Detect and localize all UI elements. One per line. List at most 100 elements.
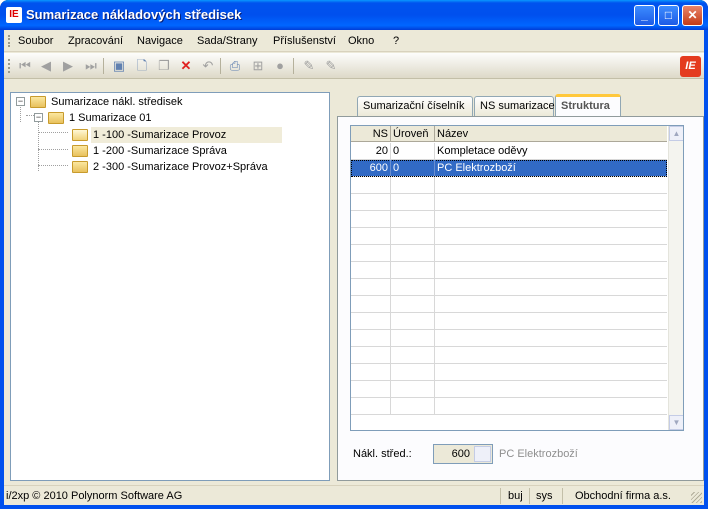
empty-cell[interactable] bbox=[435, 177, 667, 193]
scroll-up-icon[interactable]: ▲ bbox=[669, 126, 683, 141]
empty-cell[interactable] bbox=[351, 330, 391, 346]
structure-grid[interactable]: NS Úroveň Název 20 0 Kompletace oděvy 60… bbox=[350, 125, 684, 431]
collapse-icon[interactable]: − bbox=[16, 97, 25, 106]
next-record-icon[interactable]: ▶ bbox=[59, 57, 77, 75]
vertical-scrollbar[interactable]: ▲ ▼ bbox=[668, 126, 683, 430]
empty-cell[interactable] bbox=[391, 381, 435, 397]
empty-cell[interactable] bbox=[391, 262, 435, 278]
empty-cell[interactable] bbox=[351, 262, 391, 278]
empty-cell[interactable] bbox=[391, 245, 435, 261]
resize-grip[interactable] bbox=[691, 492, 702, 503]
empty-table-row[interactable] bbox=[351, 347, 667, 364]
empty-cell[interactable] bbox=[391, 177, 435, 193]
tab-struktura[interactable]: Struktura bbox=[555, 94, 621, 117]
empty-table-row[interactable] bbox=[351, 245, 667, 262]
tree-node-item[interactable]: 1 -100 -Sumarizace Provoz bbox=[15, 127, 325, 143]
empty-cell[interactable] bbox=[391, 330, 435, 346]
menu-zpracovani[interactable]: Zpracování bbox=[68, 35, 123, 47]
new-icon[interactable]: 🗋 bbox=[133, 57, 151, 75]
cell-uroven[interactable]: 0 bbox=[391, 160, 435, 176]
column-header-uroven[interactable]: Úroveň bbox=[391, 126, 435, 142]
empty-cell[interactable] bbox=[435, 296, 667, 312]
empty-cell[interactable] bbox=[351, 228, 391, 244]
empty-cell[interactable] bbox=[351, 398, 391, 414]
menu-okno[interactable]: Okno bbox=[348, 35, 374, 47]
edit-disabled-icon[interactable]: ✎ bbox=[322, 57, 340, 75]
first-record-icon[interactable]: ⏮ bbox=[16, 57, 34, 75]
empty-cell[interactable] bbox=[351, 313, 391, 329]
empty-cell[interactable] bbox=[435, 398, 667, 414]
table-row-selected[interactable]: 600 0 PC Elektrozboží bbox=[351, 160, 667, 177]
empty-cell[interactable] bbox=[391, 398, 435, 414]
tree-node-label[interactable]: 1 -100 -Sumarizace Provoz bbox=[91, 127, 283, 143]
empty-cell[interactable] bbox=[391, 194, 435, 210]
tree-node-item[interactable]: 1 -200 -Sumarizace Správa bbox=[15, 143, 315, 159]
empty-cell[interactable] bbox=[435, 245, 667, 261]
copy-icon[interactable]: ❐ bbox=[155, 57, 173, 75]
scroll-down-icon[interactable]: ▼ bbox=[669, 415, 683, 430]
empty-cell[interactable] bbox=[351, 245, 391, 261]
tree-node-label[interactable]: 1 Sumarizace 01 bbox=[69, 110, 152, 126]
empty-table-row[interactable] bbox=[351, 228, 667, 245]
tree-node-label[interactable]: 2 -300 -Sumarizace Provoz+Správa bbox=[93, 159, 268, 175]
last-record-icon[interactable]: ⏭ bbox=[82, 57, 100, 75]
minimize-button[interactable]: _ bbox=[634, 5, 655, 26]
empty-table-row[interactable] bbox=[351, 279, 667, 296]
tree-node-child[interactable]: − 1 Sumarizace 01 bbox=[15, 110, 315, 126]
tab-ns-sumarizace[interactable]: NS sumarizace bbox=[474, 96, 555, 116]
empty-cell[interactable] bbox=[391, 228, 435, 244]
tree-node-root[interactable]: − Sumarizace nákl. středisek bbox=[15, 94, 315, 110]
empty-cell[interactable] bbox=[435, 228, 667, 244]
info-icon[interactable]: ● bbox=[271, 57, 289, 75]
empty-cell[interactable] bbox=[351, 364, 391, 380]
empty-cell[interactable] bbox=[435, 364, 667, 380]
delete-icon[interactable]: ✕ bbox=[177, 57, 195, 75]
menu-navigace[interactable]: Navigace bbox=[137, 35, 183, 47]
menu-help[interactable]: ? bbox=[393, 35, 399, 47]
empty-cell[interactable] bbox=[351, 211, 391, 227]
tab-sumarizacni-ciselnik[interactable]: Sumarizační číselník bbox=[357, 96, 473, 116]
cell-nazev[interactable]: Kompletace oděvy bbox=[435, 143, 667, 159]
print-icon[interactable]: ⎙ bbox=[226, 57, 244, 75]
empty-cell[interactable] bbox=[435, 211, 667, 227]
maximize-button[interactable]: □ bbox=[658, 5, 679, 26]
empty-cell[interactable] bbox=[391, 296, 435, 312]
empty-table-row[interactable] bbox=[351, 194, 667, 211]
collapse-icon[interactable]: − bbox=[34, 113, 43, 122]
empty-cell[interactable] bbox=[351, 194, 391, 210]
empty-table-row[interactable] bbox=[351, 398, 667, 415]
empty-cell[interactable] bbox=[435, 330, 667, 346]
cell-nazev[interactable]: PC Elektrozboží bbox=[435, 160, 667, 176]
menu-soubor[interactable]: Soubor bbox=[18, 35, 53, 47]
cost-center-lookup-button[interactable] bbox=[474, 446, 491, 462]
empty-cell[interactable] bbox=[435, 279, 667, 295]
empty-cell[interactable] bbox=[351, 177, 391, 193]
save-icon[interactable]: ▣ bbox=[110, 57, 128, 75]
undo-icon[interactable]: ↶ bbox=[199, 57, 217, 75]
empty-cell[interactable] bbox=[351, 381, 391, 397]
column-header-ns[interactable]: NS bbox=[351, 126, 391, 142]
cell-ns[interactable]: 20 bbox=[351, 143, 391, 159]
empty-table-row[interactable] bbox=[351, 364, 667, 381]
empty-table-row[interactable] bbox=[351, 262, 667, 279]
empty-table-row[interactable] bbox=[351, 381, 667, 398]
empty-cell[interactable] bbox=[351, 279, 391, 295]
cell-uroven[interactable]: 0 bbox=[391, 143, 435, 159]
empty-cell[interactable] bbox=[391, 364, 435, 380]
cell-ns[interactable]: 600 bbox=[351, 160, 391, 176]
edit-icon[interactable]: ✎ bbox=[300, 57, 318, 75]
empty-cell[interactable] bbox=[391, 313, 435, 329]
empty-cell[interactable] bbox=[435, 313, 667, 329]
empty-cell[interactable] bbox=[435, 194, 667, 210]
tree-icon[interactable]: ⊞ bbox=[249, 57, 267, 75]
table-row[interactable]: 20 0 Kompletace oděvy bbox=[351, 143, 667, 160]
menu-grip[interactable] bbox=[8, 35, 10, 47]
empty-table-row[interactable] bbox=[351, 177, 667, 194]
tree-node-label[interactable]: 1 -200 -Sumarizace Správa bbox=[93, 143, 227, 159]
toolbar-grip[interactable] bbox=[8, 59, 10, 73]
empty-cell[interactable] bbox=[351, 296, 391, 312]
empty-cell[interactable] bbox=[391, 279, 435, 295]
prev-record-icon[interactable]: ◀ bbox=[37, 57, 55, 75]
empty-cell[interactable] bbox=[435, 381, 667, 397]
tree-node-label[interactable]: Sumarizace nákl. středisek bbox=[51, 94, 182, 110]
